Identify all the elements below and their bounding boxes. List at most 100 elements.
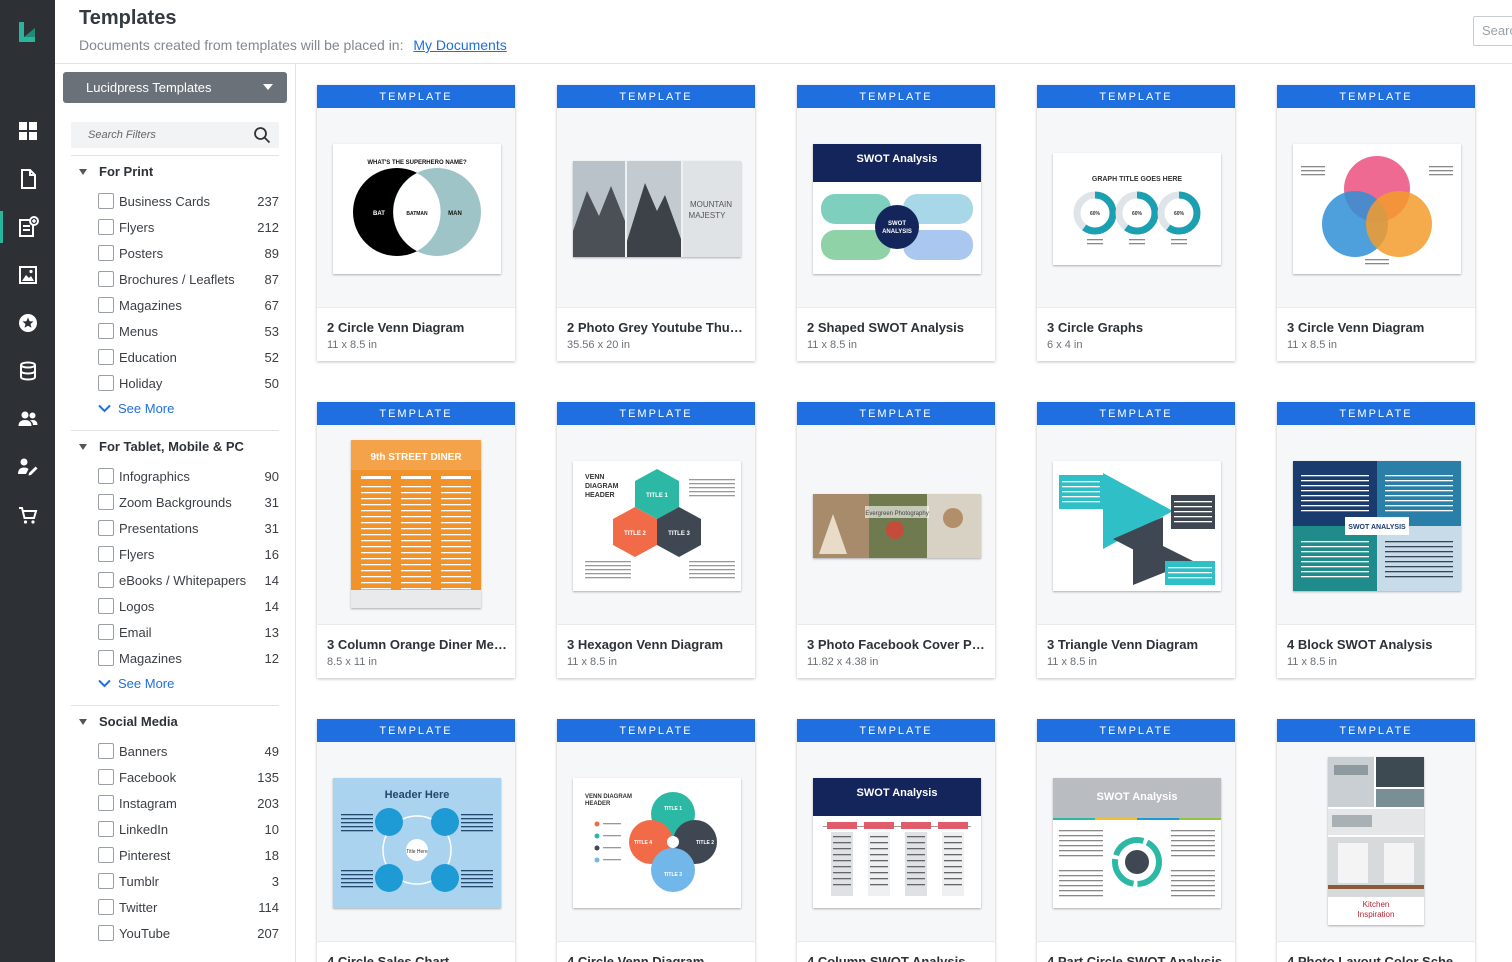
template-card[interactable]: TEMPLATE Header Here Title Here 4 Circle Sa…: [317, 719, 515, 962]
filter-checkbox[interactable]: [98, 925, 114, 941]
filter-option[interactable]: Tumblr 3: [98, 871, 279, 891]
filter-option-label: Flyers: [119, 547, 155, 562]
template-card[interactable]: TEMPLATE SWOT Analysis SWOT ANALYSIS 2 Shape…: [797, 85, 995, 361]
filter-checkbox[interactable]: [98, 271, 114, 287]
filter-checkbox[interactable]: [98, 323, 114, 339]
filter-option[interactable]: Email 13: [98, 622, 279, 642]
template-card[interactable]: TEMPLATE Evergreen Photography 3 Photo Fac…: [797, 402, 995, 678]
filter-sidebar: Lucidpress Templates For Print Business C…: [55, 64, 296, 962]
template-name: 3 Column Orange Diner Menu: [327, 637, 507, 652]
filter-option[interactable]: Banners 49: [98, 741, 279, 761]
star-badge-icon[interactable]: [0, 303, 55, 343]
filter-checkbox[interactable]: [98, 743, 114, 759]
template-card[interactable]: TEMPLATE 3 Triangle Venn Diagram 11 x 8.5 …: [1037, 402, 1235, 678]
filter-checkbox[interactable]: [98, 375, 114, 391]
filter-option[interactable]: Magazines 67: [98, 295, 279, 315]
filter-checkbox[interactable]: [98, 468, 114, 484]
filter-checkbox[interactable]: [98, 821, 114, 837]
template-card[interactable]: TEMPLATE 9th STREET DINER 3 Column Orange …: [317, 402, 515, 678]
template-card[interactable]: TEMPLATE 3 Circle Venn Diagram 11 x 8.5 in: [1277, 85, 1475, 361]
filter-checkbox[interactable]: [98, 847, 114, 863]
filter-option[interactable]: Infographics 90: [98, 466, 279, 486]
filter-checkbox[interactable]: [98, 219, 114, 235]
thumb-text: DIAGRAM: [585, 483, 619, 490]
filter-option[interactable]: LinkedIn 10: [98, 819, 279, 839]
filter-section-header[interactable]: For Print: [79, 164, 153, 179]
user-edit-icon[interactable]: [0, 447, 55, 487]
template-card[interactable]: TEMPLATE Kitchen Inspiration 4 Photo Layout…: [1277, 719, 1475, 962]
filter-option[interactable]: Education 52: [98, 347, 279, 367]
template-thumbnail-area: VENN DIAGRAM HEADER TITLE 1 TITLE 2 TITLE 3 T…: [557, 742, 755, 941]
template-tag: TEMPLATE: [1277, 402, 1475, 425]
see-more-link[interactable]: See More: [98, 401, 174, 416]
filter-checkbox[interactable]: [98, 650, 114, 666]
filter-checkbox[interactable]: [98, 769, 114, 785]
filter-option[interactable]: Logos 14: [98, 596, 279, 616]
filter-option[interactable]: eBooks / Whitepapers 14: [98, 570, 279, 590]
template-card[interactable]: TEMPLATE VENN DIAGRAM HEADER TITLE 1 TITLE 2 T…: [557, 402, 755, 678]
filter-checkbox[interactable]: [98, 899, 114, 915]
filter-option[interactable]: Menus 53: [98, 321, 279, 341]
cart-icon[interactable]: [0, 495, 55, 535]
template-card[interactable]: TEMPLATE VENN DIAGRAM HEADER TITLE 1 TITLE 2…: [557, 719, 755, 962]
template-name: 2 Circle Venn Diagram: [327, 320, 465, 335]
template-card[interactable]: TEMPLATE SWOT Analysis 4 Part Circle SWOT …: [1037, 719, 1235, 962]
filter-search-input[interactable]: [71, 122, 241, 148]
filter-checkbox[interactable]: [98, 297, 114, 313]
filter-option[interactable]: Flyers 212: [98, 217, 279, 237]
filter-checkbox[interactable]: [98, 795, 114, 811]
filter-option[interactable]: Twitter 114: [98, 897, 279, 917]
filter-section-header[interactable]: Social Media: [79, 714, 178, 729]
filter-option[interactable]: Instagram 203: [98, 793, 279, 813]
see-more-link[interactable]: See More: [98, 676, 174, 691]
thumb-text: WHAT'S THE SUPERHERO NAME?: [367, 160, 467, 166]
image-icon[interactable]: [0, 255, 55, 295]
filter-section-header[interactable]: For Tablet, Mobile & PC: [79, 439, 244, 454]
templates-icon[interactable]: [0, 207, 55, 247]
filter-option[interactable]: Presentations 31: [98, 518, 279, 538]
template-source-dropdown[interactable]: Lucidpress Templates: [63, 72, 287, 103]
thumb-text: SWOT: [888, 221, 906, 227]
template-size: 6 x 4 in: [1047, 339, 1083, 351]
template-card[interactable]: TEMPLATE SWOT Analysis 4 Column SWOT Analy…: [797, 719, 995, 962]
filter-checkbox[interactable]: [98, 598, 114, 614]
template-size: 35.56 x 20 in: [567, 339, 630, 351]
database-icon[interactable]: [0, 351, 55, 391]
filter-option[interactable]: Magazines 12: [98, 648, 279, 668]
filter-checkbox[interactable]: [98, 873, 114, 889]
search-icon[interactable]: [253, 126, 271, 144]
my-documents-link[interactable]: My Documents: [413, 37, 506, 53]
filter-option[interactable]: Holiday 50: [98, 373, 279, 393]
lucidpress-logo-icon[interactable]: [16, 20, 38, 44]
template-search-input[interactable]: Search: [1473, 16, 1512, 46]
template-card[interactable]: TEMPLATE GRAPH TITLE GOES HERE 60% 60% 60% 3 …: [1037, 85, 1235, 361]
filter-checkbox[interactable]: [98, 245, 114, 261]
filter-option[interactable]: Pinterest 18: [98, 845, 279, 865]
filter-option-label: Flyers: [119, 220, 155, 235]
filter-option[interactable]: Flyers 16: [98, 544, 279, 564]
filter-checkbox[interactable]: [98, 349, 114, 365]
template-preview-graphic: Header Here Title Here: [333, 778, 501, 908]
template-thumbnail-area: SWOT Analysis: [797, 742, 995, 941]
filter-option[interactable]: Facebook 135: [98, 767, 279, 787]
filter-option[interactable]: Posters 89: [98, 243, 279, 263]
filter-option[interactable]: Business Cards 237: [98, 191, 279, 211]
filter-option-count: 14: [264, 599, 279, 614]
template-card[interactable]: TEMPLATE SWOT ANALYSIS 4 Block SWOT Analys…: [1277, 402, 1475, 678]
template-thumbnail: SWOT Analysis SWOT ANALYSIS: [813, 144, 981, 274]
filter-option[interactable]: Brochures / Leaflets 87: [98, 269, 279, 289]
template-card[interactable]: TEMPLATE MOUNTAIN MAJESTY 2 Photo Grey Yout…: [557, 85, 755, 361]
template-card[interactable]: TEMPLATE WHAT'S THE SUPERHERO NAME? BAT BAT…: [317, 85, 515, 361]
dashboard-grid-icon[interactable]: [0, 111, 55, 151]
filter-checkbox[interactable]: [98, 193, 114, 209]
filter-checkbox[interactable]: [98, 520, 114, 536]
document-icon[interactable]: [0, 159, 55, 199]
filter-checkbox[interactable]: [98, 572, 114, 588]
filter-checkbox[interactable]: [98, 494, 114, 510]
filter-checkbox[interactable]: [98, 624, 114, 640]
filter-option[interactable]: Zoom Backgrounds 31: [98, 492, 279, 512]
people-icon[interactable]: [0, 399, 55, 439]
filter-option[interactable]: YouTube 207: [98, 923, 279, 943]
template-preview-graphic: [1293, 144, 1461, 274]
filter-checkbox[interactable]: [98, 546, 114, 562]
